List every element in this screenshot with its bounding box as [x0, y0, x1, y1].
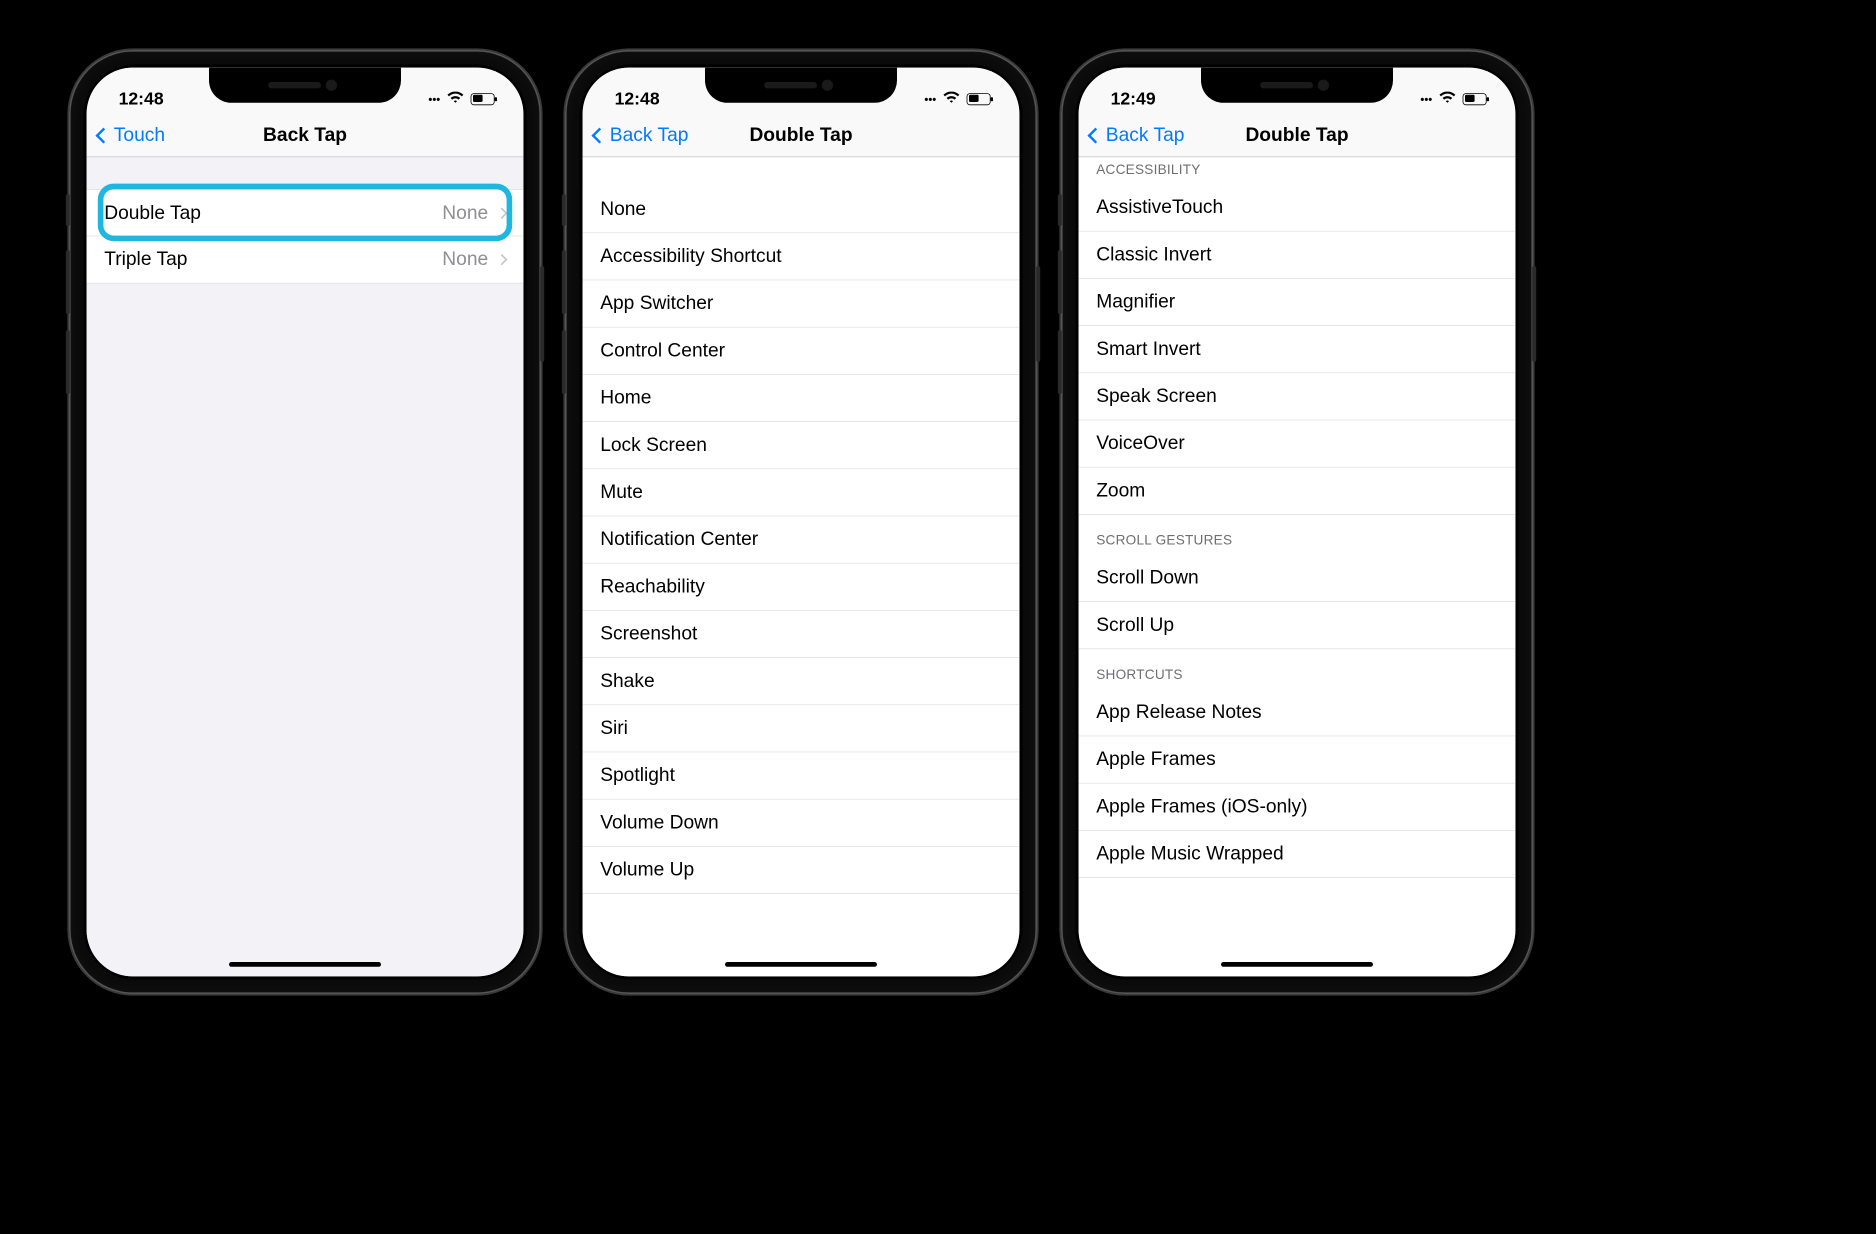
- option-label: Shake: [600, 670, 654, 692]
- chevron-right-icon: [496, 254, 507, 265]
- option-label: Lock Screen: [600, 434, 707, 456]
- option-label: None: [600, 198, 646, 220]
- option-label: App Release Notes: [1096, 701, 1261, 723]
- chevron-right-icon: [496, 207, 507, 218]
- row-double-tap[interactable]: Double Tap None: [87, 189, 524, 236]
- option-item[interactable]: Mute: [583, 469, 1020, 516]
- option-item[interactable]: Siri: [583, 705, 1020, 752]
- option-item[interactable]: AssistiveTouch: [1079, 184, 1516, 231]
- notch: [705, 68, 897, 103]
- section-header: SCROLL GESTURES: [1079, 515, 1516, 555]
- phone-back-tap-settings: 12:48 ••• Touch Back Tap Double Tap: [69, 50, 541, 994]
- notch: [1201, 68, 1393, 103]
- battery-icon: [1463, 93, 1487, 105]
- row-label: Double Tap: [104, 202, 201, 224]
- battery-icon: [471, 93, 495, 105]
- option-item[interactable]: Accessibility Shortcut: [583, 233, 1020, 280]
- option-label: Screenshot: [600, 623, 697, 645]
- option-label: Scroll Down: [1096, 567, 1198, 589]
- row-triple-tap[interactable]: Triple Tap None: [87, 236, 524, 283]
- option-item[interactable]: Apple Frames: [1079, 736, 1516, 783]
- row-value: None: [442, 202, 488, 224]
- wifi-icon: [943, 91, 961, 106]
- notch: [209, 68, 401, 103]
- option-label: Apple Music Wrapped: [1096, 843, 1283, 865]
- option-label: Notification Center: [600, 528, 758, 550]
- nav-title: Double Tap: [1079, 124, 1516, 146]
- option-item[interactable]: Notification Center: [583, 516, 1020, 563]
- wifi-icon: [447, 91, 465, 106]
- option-label: Spotlight: [600, 764, 675, 786]
- option-item[interactable]: Screenshot: [583, 611, 1020, 658]
- option-item[interactable]: Volume Up: [583, 847, 1020, 894]
- option-item[interactable]: VoiceOver: [1079, 420, 1516, 467]
- cellular-icon: •••: [428, 92, 440, 105]
- row-value: None: [442, 248, 488, 270]
- option-label: Reachability: [600, 576, 705, 598]
- option-label: Scroll Up: [1096, 614, 1174, 636]
- option-item[interactable]: Scroll Down: [1079, 555, 1516, 602]
- home-indicator[interactable]: [1221, 962, 1373, 967]
- option-label: Apple Frames (iOS-only): [1096, 796, 1307, 818]
- option-label: Speak Screen: [1096, 385, 1217, 407]
- option-label: Smart Invert: [1096, 338, 1201, 360]
- settings-list[interactable]: Double Tap None Triple Tap None: [87, 157, 524, 976]
- phone-double-tap-options-scrolled: 12:49 ••• Back Tap Double Tap ACCESSIBIL…: [1061, 50, 1533, 994]
- option-label: Zoom: [1096, 480, 1145, 502]
- option-label: Apple Frames: [1096, 748, 1216, 770]
- status-time: 12:49: [1111, 88, 1156, 109]
- option-label: Mute: [600, 481, 643, 503]
- option-item[interactable]: Control Center: [583, 328, 1020, 375]
- option-label: AssistiveTouch: [1096, 196, 1223, 218]
- option-item[interactable]: Lock Screen: [583, 422, 1020, 469]
- options-list-scrolled[interactable]: ACCESSIBILITY AssistiveTouch Classic Inver…: [1079, 157, 1516, 976]
- option-label: Classic Invert: [1096, 244, 1211, 266]
- option-label: Home: [600, 387, 651, 409]
- option-label: Control Center: [600, 340, 725, 362]
- status-time: 12:48: [119, 88, 164, 109]
- options-list[interactable]: None Accessibility Shortcut App Switcher Co…: [583, 157, 1020, 976]
- option-item[interactable]: Magnifier: [1079, 279, 1516, 326]
- section-header: SHORTCUTS: [1079, 649, 1516, 689]
- option-label: VoiceOver: [1096, 432, 1185, 454]
- option-item[interactable]: Scroll Up: [1079, 602, 1516, 649]
- option-item[interactable]: Zoom: [1079, 468, 1516, 515]
- option-item[interactable]: Spotlight: [583, 752, 1020, 799]
- option-label: Volume Up: [600, 859, 694, 881]
- status-time: 12:48: [615, 88, 660, 109]
- option-item[interactable]: App Release Notes: [1079, 689, 1516, 736]
- option-label: Siri: [600, 717, 628, 739]
- option-label: App Switcher: [600, 292, 713, 314]
- option-item[interactable]: Reachability: [583, 564, 1020, 611]
- option-item[interactable]: Volume Down: [583, 800, 1020, 847]
- cellular-icon: •••: [1420, 92, 1432, 105]
- home-indicator[interactable]: [229, 962, 381, 967]
- wifi-icon: [1439, 91, 1457, 106]
- option-item[interactable]: Shake: [583, 658, 1020, 705]
- option-item[interactable]: Classic Invert: [1079, 232, 1516, 279]
- option-item[interactable]: None: [583, 186, 1020, 233]
- cellular-icon: •••: [924, 92, 936, 105]
- option-item[interactable]: Apple Frames (iOS-only): [1079, 784, 1516, 831]
- home-indicator[interactable]: [725, 962, 877, 967]
- option-item[interactable]: Smart Invert: [1079, 326, 1516, 373]
- option-item[interactable]: App Switcher: [583, 280, 1020, 327]
- nav-title: Back Tap: [87, 124, 524, 146]
- nav-title: Double Tap: [583, 124, 1020, 146]
- battery-icon: [967, 93, 991, 105]
- phone-double-tap-options: 12:48 ••• Back Tap Double Tap NoneAccess…: [565, 50, 1037, 994]
- option-label: Volume Down: [600, 812, 718, 834]
- section-header: ACCESSIBILITY: [1079, 157, 1516, 184]
- option-item[interactable]: Apple Music Wrapped: [1079, 831, 1516, 878]
- option-item[interactable]: Home: [583, 375, 1020, 422]
- option-item[interactable]: Speak Screen: [1079, 373, 1516, 420]
- row-label: Triple Tap: [104, 248, 187, 270]
- option-label: Magnifier: [1096, 291, 1175, 313]
- option-label: Accessibility Shortcut: [600, 245, 781, 267]
